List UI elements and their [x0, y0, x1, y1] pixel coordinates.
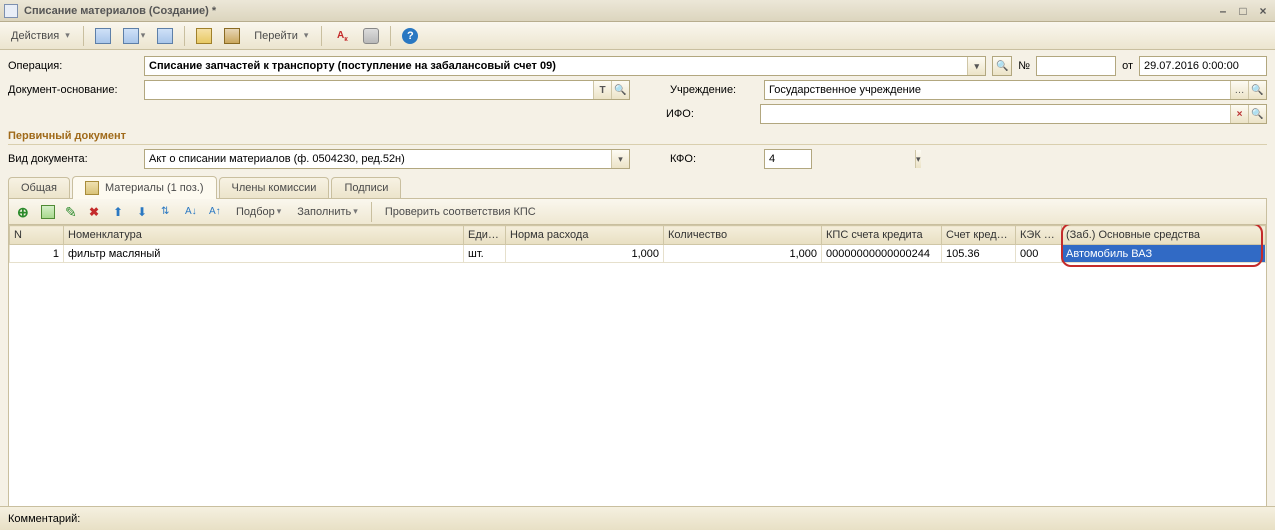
goto-label: Перейти: [254, 30, 298, 42]
date-field[interactable]: [1140, 57, 1275, 75]
cell-acct[interactable]: 105.36: [942, 245, 1016, 263]
tabs: Общая Материалы (1 поз.) Члены комиссии …: [8, 175, 1267, 199]
doc-type-field[interactable]: [145, 150, 611, 168]
help-button[interactable]: ?: [397, 25, 423, 47]
comment-label: Комментарий:: [8, 513, 80, 525]
toolbar-list-icon[interactable]: [152, 25, 178, 47]
col-n[interactable]: N: [10, 226, 64, 245]
kfo-dropdown-icon[interactable]: [915, 150, 921, 168]
row-delete-button[interactable]: ✖: [85, 202, 107, 222]
materials-tab-icon: [85, 181, 99, 195]
toolbar-brush-icon[interactable]: [219, 25, 245, 47]
kfo-label: КФО:: [670, 153, 758, 165]
table-row[interactable]: 1 фильтр масляный шт. 1,000 1,000 000000…: [10, 245, 1266, 263]
sort-asc-button[interactable]: A↓: [181, 202, 203, 222]
minimize-button[interactable]: –: [1215, 4, 1231, 18]
tab-signatures-label: Подписи: [344, 182, 388, 194]
cell-kek[interactable]: 000: [1016, 245, 1062, 263]
actions-label: Действия: [11, 30, 59, 42]
goto-menu[interactable]: Перейти ▾: [247, 25, 315, 47]
tab-materials[interactable]: Материалы (1 поз.): [72, 176, 217, 199]
operation-label: Операция:: [8, 60, 138, 72]
materials-table[interactable]: N Номенклатура Еди… Норма расхода Количе…: [9, 225, 1266, 263]
col-unit[interactable]: Еди…: [464, 226, 506, 245]
tab-general-label: Общая: [21, 182, 57, 194]
cell-kps[interactable]: 00000000000000244: [822, 245, 942, 263]
main-toolbar: Действия ▾ ▾ Перейти ▾ Aк ?: [0, 22, 1275, 50]
ifo-search-icon[interactable]: [1248, 105, 1266, 123]
row-movedown-button[interactable]: ⬇: [133, 202, 155, 222]
kfo-field[interactable]: [765, 150, 915, 168]
materials-toolbar: ⊕ ✎ ✖ ⬆ ⬇ ⇅ A↓ A↑ Подбор▾ Заполнить▾ Про…: [8, 199, 1267, 225]
tab-commission-label: Члены комиссии: [232, 182, 317, 194]
check-kps-button[interactable]: Проверить соответствия КПС: [378, 202, 543, 222]
col-nomen[interactable]: Номенклатура: [64, 226, 464, 245]
primary-doc-heading: Первичный документ: [8, 126, 1267, 145]
docbase-type-icon[interactable]: [593, 81, 611, 99]
operation-search-icon[interactable]: [993, 57, 1011, 75]
toolbar-clip-icon[interactable]: [358, 25, 384, 47]
fill-button[interactable]: Заполнить▾: [290, 202, 365, 222]
ifo-field[interactable]: [761, 105, 1230, 123]
toolbar-doc2-icon[interactable]: [191, 25, 217, 47]
actions-menu[interactable]: Действия ▾: [4, 25, 77, 47]
tab-materials-label: Материалы (1 поз.): [105, 182, 204, 194]
cell-fa[interactable]: Автомобиль ВАЗ: [1062, 245, 1266, 263]
col-norm[interactable]: Норма расхода: [506, 226, 664, 245]
ifo-clear-icon[interactable]: [1230, 105, 1248, 123]
col-kps[interactable]: КПС счета кредита: [822, 226, 942, 245]
toolbar-copy-icon[interactable]: ▾: [118, 25, 151, 47]
org-search-icon[interactable]: [1248, 81, 1266, 99]
cell-qty[interactable]: 1,000: [664, 245, 822, 263]
docbase-search-icon[interactable]: [611, 81, 629, 99]
org-label: Учреждение:: [670, 84, 758, 96]
col-fa[interactable]: (Заб.) Основные средства: [1062, 226, 1266, 245]
row-moveup-button[interactable]: ⬆: [109, 202, 131, 222]
org-field[interactable]: [765, 81, 1230, 99]
col-kek[interactable]: КЭК с…: [1016, 226, 1062, 245]
date-from-label: от: [1122, 60, 1133, 72]
docbase-label: Документ-основание:: [8, 84, 138, 96]
row-edit-button[interactable]: ✎: [61, 202, 83, 222]
podbor-button[interactable]: Подбор▾: [229, 202, 288, 222]
cell-norm[interactable]: 1,000: [506, 245, 664, 263]
col-qty[interactable]: Количество: [664, 226, 822, 245]
cell-n[interactable]: 1: [10, 245, 64, 263]
bottom-bar: Комментарий:: [0, 506, 1275, 530]
close-button[interactable]: ×: [1255, 4, 1271, 18]
org-lookup-icon[interactable]: [1230, 81, 1248, 99]
doc-type-dropdown-icon[interactable]: [611, 150, 629, 168]
row-swap-button[interactable]: ⇅: [157, 202, 179, 222]
materials-table-wrap: N Номенклатура Еди… Норма расхода Количе…: [8, 225, 1267, 530]
document-icon: [4, 4, 18, 18]
doc-type-label: Вид документа:: [8, 153, 138, 165]
tab-commission[interactable]: Члены комиссии: [219, 177, 330, 198]
maximize-button[interactable]: □: [1235, 4, 1251, 18]
tab-general[interactable]: Общая: [8, 177, 70, 198]
toolbar-ak-icon[interactable]: Aк: [328, 25, 356, 47]
window-title: Списание материалов (Создание) *: [24, 5, 1215, 17]
tab-signatures[interactable]: Подписи: [331, 177, 401, 198]
cell-unit[interactable]: шт.: [464, 245, 506, 263]
docbase-field[interactable]: [145, 81, 593, 99]
row-copy-button[interactable]: [37, 202, 59, 222]
row-add-button[interactable]: ⊕: [13, 202, 35, 222]
titlebar: Списание материалов (Создание) * – □ ×: [0, 0, 1275, 22]
operation-field[interactable]: [145, 57, 967, 75]
sort-desc-button[interactable]: A↑: [205, 202, 227, 222]
number-label: №: [1018, 60, 1030, 72]
operation-dropdown-icon[interactable]: [967, 57, 985, 75]
ifo-label: ИФО:: [666, 108, 754, 120]
toolbar-new-icon[interactable]: [90, 25, 116, 47]
col-acct[interactable]: Счет кредита: [942, 226, 1016, 245]
table-header-row: N Номенклатура Еди… Норма расхода Количе…: [10, 226, 1266, 245]
cell-nomen[interactable]: фильтр масляный: [64, 245, 464, 263]
